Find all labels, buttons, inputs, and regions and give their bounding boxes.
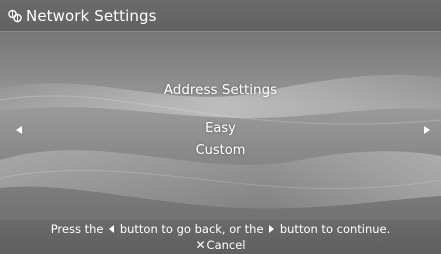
- cancel-label: Cancel: [206, 238, 246, 252]
- network-globe-icon: [7, 8, 23, 24]
- network-settings-screen: Network Settings Address Settings Easy C…: [0, 0, 441, 254]
- cancel-button[interactable]: ✕Cancel: [0, 238, 441, 252]
- option-easy[interactable]: Easy: [0, 121, 441, 136]
- hint-text-part2: button to go back, or the: [119, 222, 264, 236]
- left-button-icon: [109, 225, 115, 233]
- navigation-hint: Press the button to go back, or the butt…: [0, 222, 441, 236]
- right-button-icon: [269, 225, 275, 233]
- hint-text-part3: button to continue.: [279, 222, 391, 236]
- option-custom[interactable]: Custom: [0, 143, 441, 158]
- title-bar: Network Settings: [0, 0, 441, 32]
- hint-text-part1: Press the: [50, 222, 104, 236]
- window-title: Network Settings: [26, 6, 157, 25]
- address-settings-heading: Address Settings: [163, 82, 278, 98]
- cross-icon: ✕: [195, 238, 206, 252]
